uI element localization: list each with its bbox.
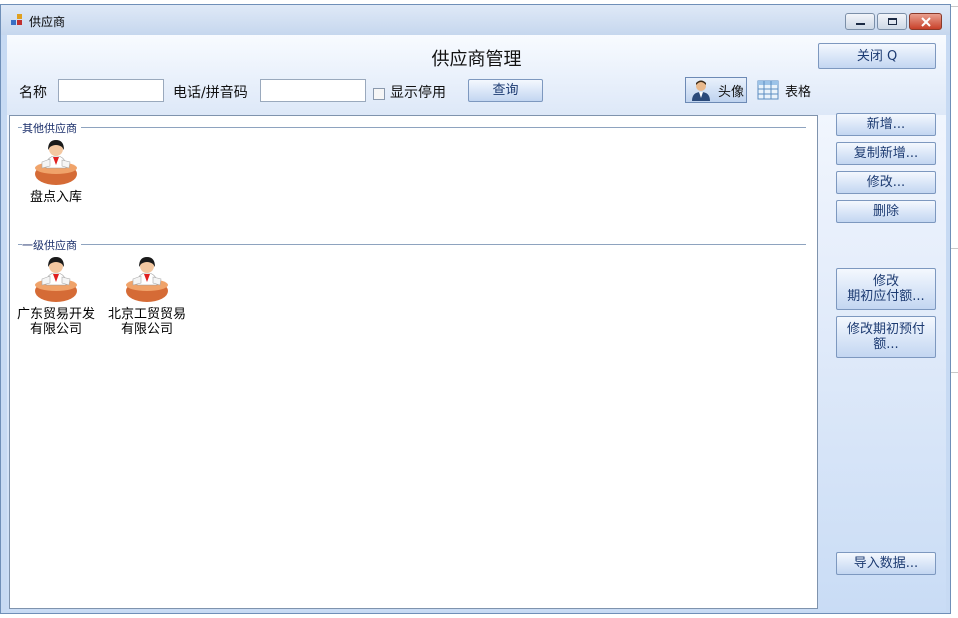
restore-icon [888, 18, 897, 25]
supplier-avatar-icon [35, 257, 77, 302]
supplier-name-line: 有限公司 [29, 322, 82, 337]
name-input[interactable] [58, 79, 164, 102]
name-label: 名称 [19, 85, 47, 101]
edit-initial-prepaid-line2: 额... [873, 337, 899, 352]
show-disabled-checkbox[interactable] [373, 88, 385, 100]
table-view-label: 表格 [785, 84, 812, 100]
grid-table-icon [757, 80, 779, 100]
supplier-name: 北京工贸贸易 有限公司 [101, 307, 193, 337]
group-divider [18, 127, 806, 128]
title-bar[interactable]: 供应商 [1, 5, 950, 35]
supplier-avatar-icon [35, 140, 77, 185]
edit-initial-payable-line2: 期初应付额... [847, 289, 925, 304]
maximize-button[interactable] [877, 13, 907, 30]
group-label-other: 其他供应商 [22, 120, 81, 136]
desktop-background [950, 0, 958, 618]
person-avatar-icon [692, 80, 710, 101]
query-button[interactable]: 查询 [468, 79, 543, 102]
edit-initial-payable-button[interactable]: 修改 期初应付额... [836, 268, 936, 310]
avatar-view-label: 头像 [718, 84, 745, 100]
group-divider [18, 244, 806, 245]
delete-button[interactable]: 删除 [836, 200, 936, 223]
supplier-window: 供应商 供应商管理 关闭 Q 名称 电话/拼音码 显示停用 查询 头像 表格 其… [0, 4, 951, 614]
edit-initial-prepaid-line1: 修改期初预付 [846, 322, 925, 337]
group-label-level1: 一级供应商 [22, 237, 81, 253]
supplier-name: 广东贸易开发 有限公司 [10, 307, 102, 337]
supplier-name-line: 有限公司 [120, 322, 173, 337]
minimize-button[interactable] [845, 13, 875, 30]
add-button[interactable]: 新增... [836, 113, 936, 136]
client-area: 供应商管理 关闭 Q 名称 电话/拼音码 显示停用 查询 头像 表格 其他供应商… [7, 35, 946, 611]
supplier-avatar-icon [126, 257, 168, 302]
show-disabled-label[interactable]: 显示停用 [390, 82, 446, 102]
edit-initial-payable-line1: 修改 [872, 274, 899, 289]
edit-initial-prepaid-button[interactable]: 修改期初预付 额... [836, 316, 936, 358]
app-window-icon [11, 14, 23, 26]
close-window-button[interactable] [909, 13, 942, 30]
phone-label: 电话/拼音码 [173, 85, 248, 101]
close-icon [921, 17, 931, 27]
phone-input[interactable] [260, 79, 366, 102]
edit-button[interactable]: 修改... [836, 171, 936, 194]
copy-add-button[interactable]: 复制新增... [836, 142, 936, 165]
table-view-toggle[interactable]: 表格 [757, 77, 815, 103]
window-title: 供应商 [29, 15, 66, 29]
minimize-icon [856, 23, 865, 25]
import-data-button[interactable]: 导入数据... [836, 552, 936, 575]
page-title: 供应商管理 [431, 49, 522, 70]
supplier-name-line: 北京工贸贸易 [107, 307, 186, 322]
close-button[interactable]: 关闭 Q [818, 43, 936, 69]
supplier-name-line: 广东贸易开发 [16, 307, 95, 322]
avatar-view-toggle[interactable]: 头像 [685, 77, 747, 103]
supplier-list-panel[interactable]: 其他供应商 盘点入库 一级供应商 广东贸易开发 有限公司 北京工贸贸易 有限公司 [9, 115, 818, 609]
supplier-name: 盘点入库 [29, 190, 82, 205]
